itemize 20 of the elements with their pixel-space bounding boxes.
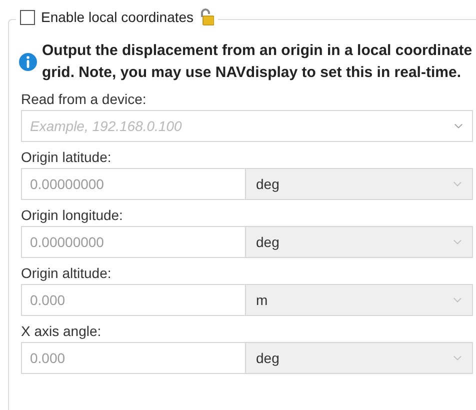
- unlocked-padlock-icon: [200, 8, 214, 26]
- chevron-down-icon: [453, 181, 462, 187]
- checkbox-label[interactable]: Enable local coordinates: [41, 9, 194, 25]
- info-icon: [19, 53, 37, 71]
- checkbox[interactable]: [20, 10, 35, 24]
- unit-dropdown[interactable]: deg: [245, 226, 473, 258]
- device-combo-box[interactable]: Example, 192.168.0.100: [21, 110, 473, 142]
- chevron-down-icon: [453, 239, 462, 245]
- field-label: Origin altitude:: [21, 264, 112, 283]
- chevron-down-icon: [453, 297, 462, 303]
- info-text: Output the displacement from an origin in a local coordinate grid. Note, you may use NAVdisplay to set this in real-time.: [42, 41, 473, 83]
- unit-dropdown[interactable]: deg: [245, 342, 473, 374]
- field-label: Origin longitude:: [21, 206, 124, 225]
- unit-dropdown[interactable]: deg: [245, 168, 473, 200]
- field-label: Read from a device:: [21, 90, 148, 109]
- field-label: X axis angle:: [21, 322, 102, 341]
- chevron-down-icon: [453, 355, 462, 361]
- field-label: Origin latitude:: [21, 148, 112, 167]
- unit-dropdown[interactable]: m: [245, 284, 473, 316]
- chevron-down-icon: [454, 123, 463, 129]
